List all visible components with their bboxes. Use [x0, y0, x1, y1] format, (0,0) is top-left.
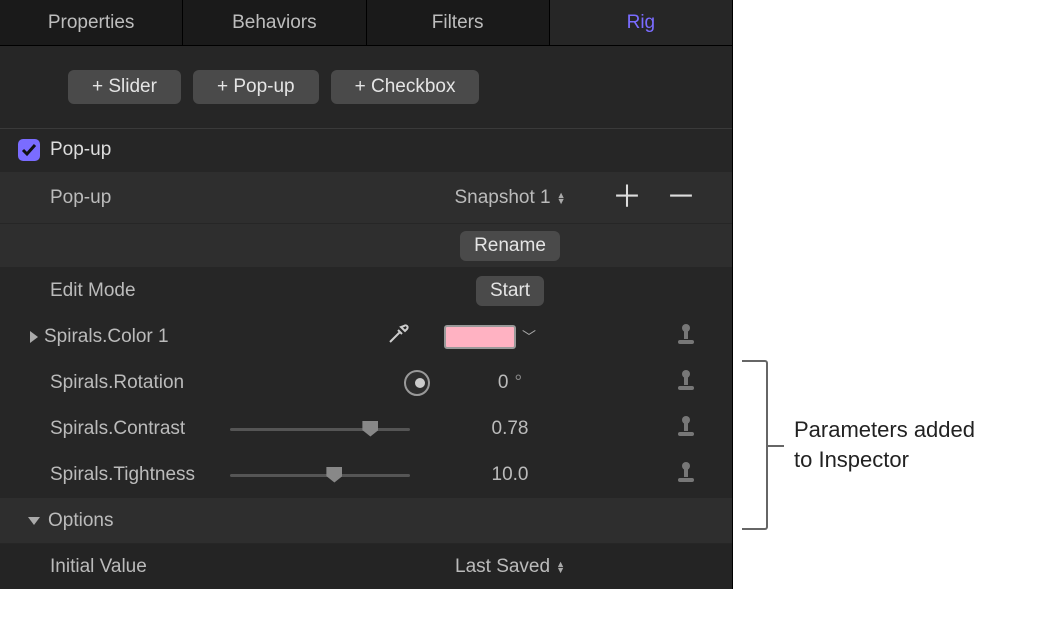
tightness-slider[interactable]: [230, 465, 410, 485]
contrast-slider[interactable]: [230, 419, 410, 439]
stepper-icon: ▲▼: [557, 192, 566, 204]
popup-snapshot-row: Pop-up Snapshot 1 ▲▼ ＋ －: [0, 171, 732, 223]
param-rotation-label: Spirals.Rotation: [50, 372, 184, 394]
eyedropper-icon[interactable]: [386, 322, 410, 352]
joystick-icon[interactable]: [676, 368, 696, 398]
add-checkbox-button[interactable]: + Checkbox: [331, 70, 480, 104]
edit-mode-label: Edit Mode: [50, 280, 136, 302]
callout-annotation: Parameters added to Inspector: [742, 360, 975, 530]
chevron-down-icon[interactable]: ﹀: [522, 327, 536, 347]
snapshot-add-button[interactable]: ＋: [612, 183, 642, 213]
callout-line1: Parameters added: [794, 415, 975, 445]
color-swatch[interactable]: [444, 325, 516, 349]
tab-properties[interactable]: Properties: [0, 0, 183, 45]
rotation-dial[interactable]: [404, 370, 430, 396]
tab-behaviors[interactable]: Behaviors: [183, 0, 366, 45]
tab-filters[interactable]: Filters: [367, 0, 550, 45]
joystick-icon[interactable]: [676, 460, 696, 490]
slider-thumb[interactable]: [326, 467, 342, 483]
add-slider-button[interactable]: + Slider: [68, 70, 181, 104]
options-header-row[interactable]: Options: [0, 497, 732, 543]
snapshot-value: Snapshot 1: [454, 187, 550, 209]
initial-value-row: Initial Value Last Saved ▲▼: [0, 543, 732, 589]
disclosure-icon[interactable]: [30, 331, 38, 343]
check-icon: [21, 142, 37, 158]
rotation-value[interactable]: 0: [498, 372, 509, 394]
param-tightness-row: Spirals.Tightness 10.0: [0, 451, 732, 497]
popup-label: Pop-up: [50, 187, 111, 209]
edit-mode-row: Edit Mode Start: [0, 267, 732, 313]
rotation-unit: °: [514, 372, 522, 394]
options-label: Options: [48, 510, 113, 532]
joystick-icon[interactable]: [676, 414, 696, 444]
contrast-value[interactable]: 0.78: [492, 418, 529, 440]
initial-value-dropdown[interactable]: Last Saved ▲▼: [455, 556, 565, 578]
add-popup-button[interactable]: + Pop-up: [193, 70, 319, 104]
param-color-row: Spirals.Color 1 ﹀: [0, 313, 732, 359]
joystick-icon[interactable]: [676, 322, 696, 352]
param-rotation-row: Spirals.Rotation 0 °: [0, 359, 732, 405]
disclosure-down-icon: [28, 517, 40, 525]
tab-rig[interactable]: Rig: [550, 0, 732, 45]
inspector-panel: Properties Behaviors Filters Rig + Slide…: [0, 0, 733, 589]
edit-mode-start-button[interactable]: Start: [476, 276, 544, 306]
popup-enable-checkbox[interactable]: [18, 139, 40, 161]
snapshot-remove-button[interactable]: －: [666, 183, 696, 213]
rename-row: Rename: [0, 223, 732, 267]
add-widget-row: + Slider + Pop-up + Checkbox: [0, 46, 732, 128]
tightness-value[interactable]: 10.0: [492, 464, 529, 486]
popup-section-header: Pop-up: [0, 129, 732, 171]
param-contrast-label: Spirals.Contrast: [50, 418, 185, 440]
param-color-label: Spirals.Color 1: [44, 326, 169, 348]
param-contrast-row: Spirals.Contrast 0.78: [0, 405, 732, 451]
stepper-icon: ▲▼: [556, 561, 565, 573]
section-title-label: Pop-up: [50, 139, 111, 161]
slider-thumb[interactable]: [362, 421, 378, 437]
callout-line2: to Inspector: [794, 445, 975, 475]
tab-bar: Properties Behaviors Filters Rig: [0, 0, 732, 46]
bracket-icon: [742, 360, 768, 530]
initial-value-text: Last Saved: [455, 556, 550, 578]
param-tightness-label: Spirals.Tightness: [50, 464, 195, 486]
snapshot-dropdown[interactable]: Snapshot 1 ▲▼: [454, 187, 565, 209]
initial-value-label: Initial Value: [50, 556, 147, 578]
rename-button[interactable]: Rename: [460, 231, 560, 261]
